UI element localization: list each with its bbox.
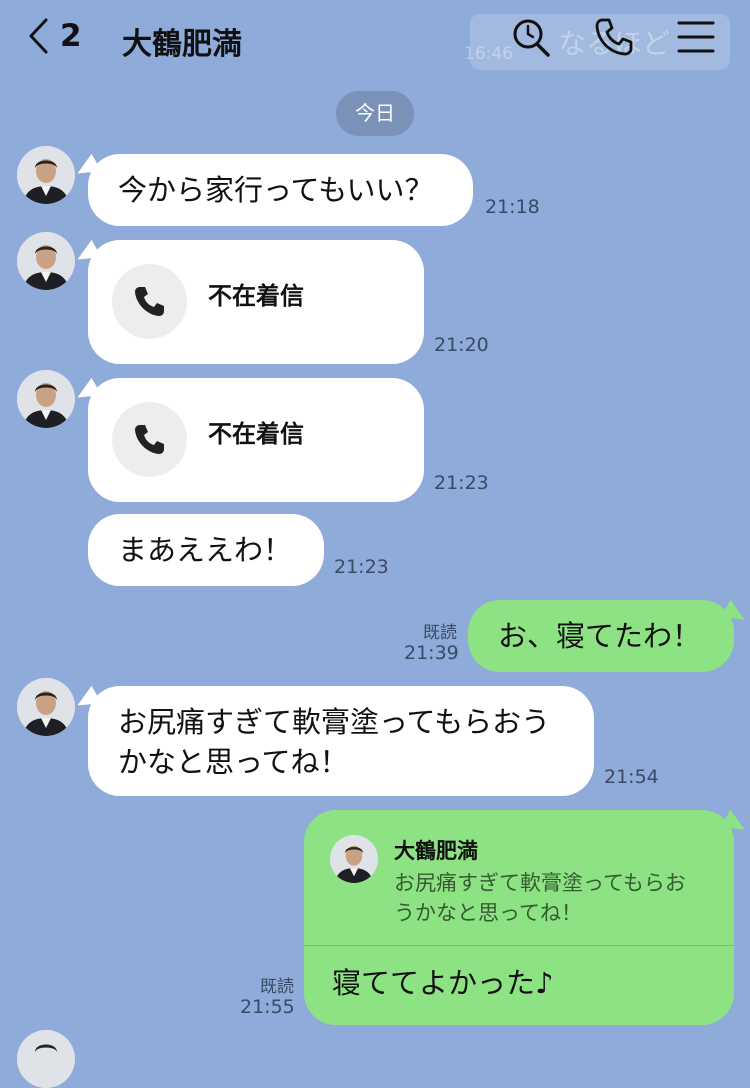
- menu-icon: [677, 21, 715, 53]
- back-button[interactable]: 2: [26, 16, 82, 56]
- quoted-text-line: お尻痛すぎて軟膏塗ってもらお: [394, 871, 686, 895]
- message-text: まあええわ！: [118, 533, 293, 567]
- message-time: 21:20: [434, 334, 489, 356]
- message-time: 21:55: [240, 996, 295, 1018]
- avatar-image: [17, 1030, 75, 1088]
- read-receipt: 既読: [423, 623, 457, 643]
- message-bubble[interactable]: 今から家行ってもいい？: [88, 154, 473, 226]
- avatar[interactable]: [17, 146, 75, 204]
- phone-icon: [135, 287, 164, 316]
- missed-call-label: 不在着信: [208, 420, 304, 448]
- phone-icon: [595, 18, 633, 56]
- background-time-ghost: 16:46: [464, 44, 513, 64]
- unread-count: 2: [60, 18, 82, 54]
- search-icon: [513, 19, 550, 57]
- avatar-image: [17, 232, 75, 290]
- avatar[interactable]: [17, 232, 75, 290]
- chevron-left-icon: [29, 18, 48, 54]
- message-time: 21:18: [485, 196, 540, 218]
- missed-call-label: 不在着信: [208, 282, 304, 310]
- reply-message-bubble[interactable]: 大鶴肥満 お尻痛すぎて軟膏塗ってもらお うかなと思ってね！ 寝ててよかった♪: [304, 810, 734, 1025]
- chat-header: 16:46 なるほど 2 大鶴肥満: [0, 0, 750, 76]
- message-time: 21:23: [434, 472, 489, 494]
- avatar[interactable]: [17, 370, 75, 428]
- call-icon-circle: [112, 402, 187, 477]
- read-receipt: 既読: [260, 977, 294, 997]
- message-text: お、寝てたわ！: [498, 619, 702, 653]
- message-time: 21:54: [604, 766, 659, 788]
- quoted-message[interactable]: お尻痛すぎて軟膏塗ってもらお うかなと思ってね！: [394, 868, 724, 928]
- avatar-image: [17, 370, 75, 428]
- call-button[interactable]: [593, 16, 635, 58]
- avatar[interactable]: [17, 1030, 75, 1088]
- date-separator: 今日: [336, 91, 414, 136]
- missed-call-bubble[interactable]: 不在着信: [88, 378, 424, 502]
- quoted-text-line: うかなと思ってね！: [394, 901, 582, 925]
- message-text-line: お尻痛すぎて軟膏塗ってもらおう: [118, 705, 551, 739]
- chat-title: 大鶴肥満: [122, 27, 242, 62]
- message-bubble[interactable]: お尻痛すぎて軟膏塗ってもらおう かなと思ってね！: [88, 686, 594, 796]
- call-icon-circle: [112, 264, 187, 339]
- missed-call-bubble[interactable]: 不在着信: [88, 240, 424, 364]
- menu-button[interactable]: [675, 16, 717, 58]
- phone-icon: [135, 425, 164, 454]
- message-time: 21:39: [404, 642, 459, 664]
- message-text: 今から家行ってもいい？: [118, 173, 434, 207]
- quoted-sender-name: 大鶴肥満: [394, 839, 478, 863]
- message-text-line: かなと思ってね！: [118, 745, 349, 779]
- quote-divider: [304, 945, 734, 946]
- message-bubble[interactable]: まあええわ！: [88, 514, 324, 586]
- message-time: 21:23: [334, 556, 389, 578]
- message-text: 寝ててよかった♪: [332, 966, 554, 1000]
- avatar-image: [330, 835, 378, 883]
- sent-message-bubble[interactable]: お、寝てたわ！: [468, 600, 734, 672]
- search-button[interactable]: [510, 16, 552, 58]
- quoted-avatar: [330, 835, 378, 883]
- avatar[interactable]: [17, 678, 75, 736]
- avatar-image: [17, 678, 75, 736]
- avatar-image: [17, 146, 75, 204]
